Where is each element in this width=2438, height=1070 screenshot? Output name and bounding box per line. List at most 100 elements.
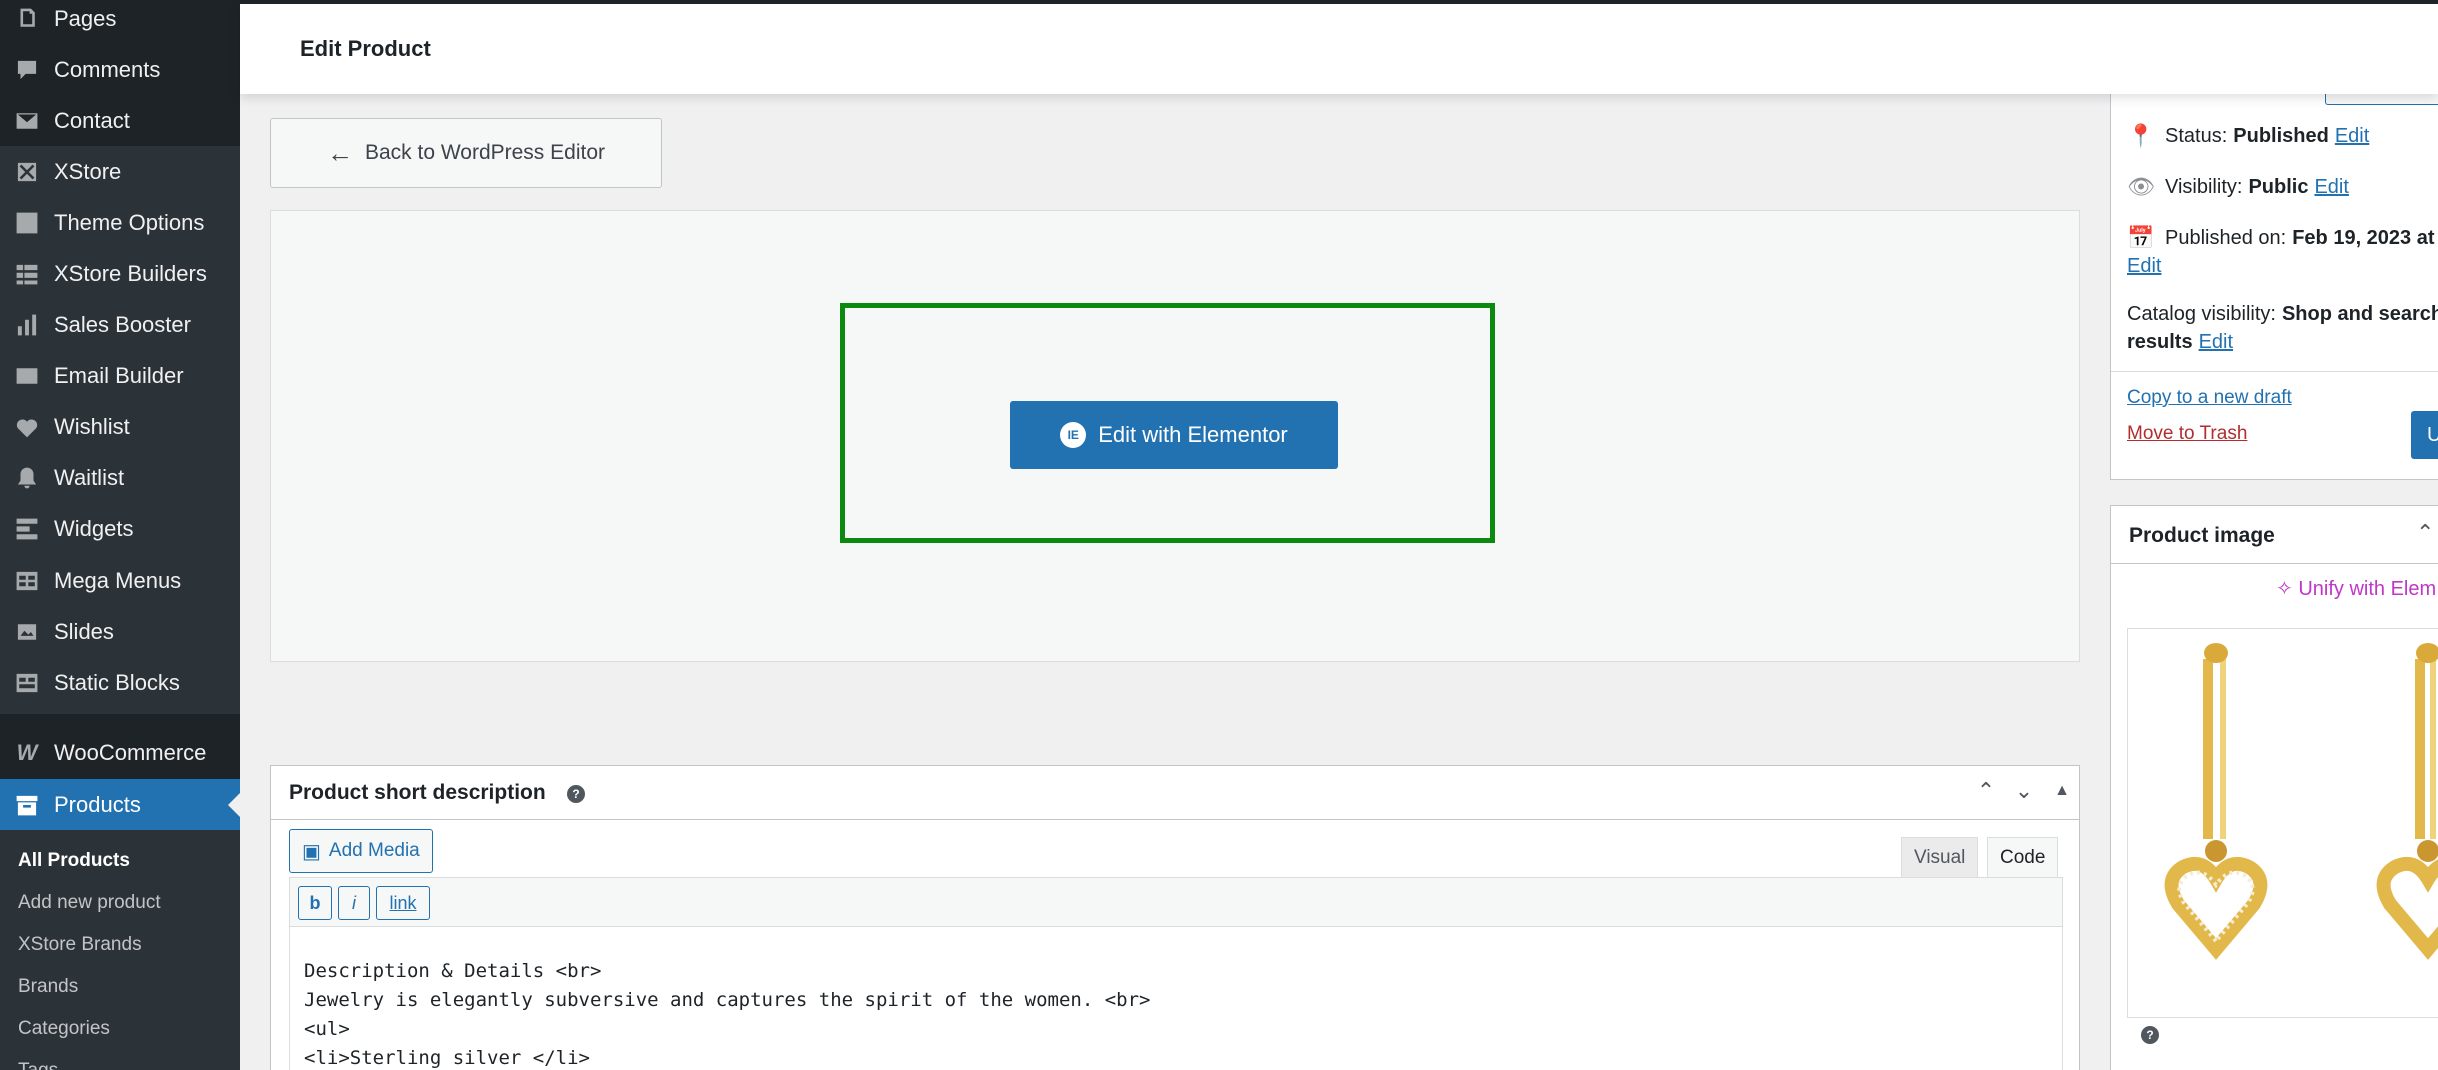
pages-icon	[12, 4, 42, 34]
eye-icon: 👁	[2127, 174, 2155, 199]
admin-sidebar: Pages Comments Contact XStore Theme Opti…	[0, 0, 240, 1070]
grid-icon	[12, 566, 42, 596]
xstore-icon	[12, 157, 42, 187]
elementor-button-label: Edit with Elementor	[1098, 422, 1288, 447]
status-label: Status:	[2165, 124, 2228, 147]
help-icon[interactable]: ?	[2141, 1026, 2159, 1044]
visibility-value: Public	[2248, 175, 2309, 198]
divider	[2111, 371, 2438, 372]
sidebar-item-mega-menus[interactable]: Mega Menus	[0, 555, 240, 606]
tab-code[interactable]: Code	[1987, 837, 2059, 877]
toggle-panel-icon[interactable]: ▲	[2047, 782, 2077, 800]
sidebar-item-wishlist[interactable]: Wishlist	[0, 401, 240, 452]
sidebar-item-label: Email Builder	[54, 362, 184, 388]
product-short-description-metabox: Product short description ? ⌃ ⌄ ▲ ▣ Add …	[270, 765, 2080, 1070]
chevron-up-icon[interactable]: ⌃	[2416, 520, 2434, 546]
sidebar-item-label: Products	[54, 791, 141, 817]
products-submenu: All Products Add new product XStore Bran…	[0, 830, 240, 1070]
bell-icon	[12, 463, 42, 493]
sidebar-item-label: Theme Options	[54, 209, 205, 235]
quicktags-toolbar: b i link	[289, 877, 2063, 927]
metabox-header: Product image ⌃	[2111, 506, 2438, 564]
builders-icon	[12, 259, 42, 289]
sidebar-item-products[interactable]: Products	[0, 779, 240, 830]
unify-with-elementor-link[interactable]: ✧ Unify with Elem	[2276, 576, 2436, 601]
submenu-xstore-brands[interactable]: XStore Brands	[18, 934, 142, 956]
bold-button[interactable]: b	[298, 886, 332, 920]
chart-icon	[12, 310, 42, 340]
sidebar-item-label: WooCommerce	[54, 739, 207, 765]
sidebar-item-contact[interactable]: Contact	[0, 95, 240, 146]
elementor-icon: IE	[1060, 422, 1087, 448]
add-media-label: Add Media	[328, 840, 420, 861]
sidebar-item-label: Contact	[54, 107, 130, 133]
comments-icon	[12, 55, 42, 85]
sidebar-item-label: Sales Booster	[54, 311, 191, 337]
sidebar-item-label: Pages	[54, 5, 117, 31]
sidebar-item-comments[interactable]: Comments	[0, 44, 240, 95]
sidebar-item-sales-booster[interactable]: Sales Booster	[0, 299, 240, 350]
earrings-image	[2164, 643, 2438, 960]
mail-icon	[12, 106, 42, 136]
published-edit-link[interactable]: Edit	[2127, 255, 2161, 278]
move-down-icon[interactable]: ⌄	[2009, 778, 2039, 804]
blocks-icon	[12, 668, 42, 698]
sidebar-item-label: XStore	[54, 158, 122, 184]
catalog-edit-link[interactable]: Edit	[2199, 331, 2233, 354]
back-button-label: Back to WordPress Editor	[364, 141, 606, 164]
published-on-row: 📅 Published on: Feb 19, 2023 at	[2127, 225, 2435, 251]
catalog-value-2: results	[2127, 331, 2193, 353]
sidebar-item-pages[interactable]: Pages	[0, 0, 240, 44]
move-to-trash-link[interactable]: Move to Trash	[2127, 423, 2247, 445]
unify-label: Unify with Elem	[2298, 578, 2437, 600]
sidebar-item-waitlist[interactable]: Waitlist	[0, 452, 240, 503]
sidebar-item-woocommerce[interactable]: W WooCommerce	[0, 727, 240, 778]
sidebar-item-label: Wishlist	[54, 413, 130, 439]
product-image[interactable]	[2127, 628, 2438, 1018]
archive-icon	[12, 790, 42, 820]
sidebar-item-xstore-builders[interactable]: XStore Builders	[0, 248, 240, 299]
edit-with-elementor-button[interactable]: IE Edit with Elementor	[1010, 401, 1338, 469]
pin-icon: 📍	[2127, 123, 2155, 148]
status-edit-link[interactable]: Edit	[2335, 125, 2369, 148]
metabox-header: Product short description ? ⌃ ⌄ ▲	[271, 766, 2079, 820]
slides-icon	[12, 617, 42, 647]
italic-button[interactable]: i	[338, 886, 370, 920]
sidebar-item-label: Comments	[54, 56, 161, 82]
tab-visual[interactable]: Visual	[1901, 837, 1979, 877]
sidebar-item-theme-options[interactable]: Theme Options	[0, 197, 240, 248]
sidebar-item-xstore[interactable]: XStore	[0, 146, 240, 197]
copy-to-draft-link[interactable]: Copy to a new draft	[2127, 387, 2292, 409]
sidebar-item-slides[interactable]: Slides	[0, 606, 240, 657]
page-title: Edit Product	[300, 36, 431, 61]
visibility-edit-link[interactable]: Edit	[2314, 176, 2348, 199]
add-media-button[interactable]: ▣ Add Media	[289, 829, 433, 873]
sidebar-item-widgets[interactable]: Widgets	[0, 503, 240, 554]
theme-options-icon	[12, 208, 42, 238]
visibility-row: 👁 Visibility: Public Edit	[2127, 174, 2349, 200]
sidebar-item-label: Mega Menus	[54, 567, 182, 593]
help-icon[interactable]: ?	[567, 785, 585, 803]
edit-product-header: Edit Product	[240, 0, 2438, 94]
submenu-all-products[interactable]: All Products	[18, 850, 130, 872]
submenu-add-new-product[interactable]: Add new product	[18, 892, 161, 914]
metabox-title: Product short description	[289, 781, 546, 804]
sidebar-item-email-builder[interactable]: Email Builder	[0, 350, 240, 401]
update-button[interactable]: U	[2411, 411, 2438, 459]
publish-metabox: 📍 Status: Published Edit 👁 Visibility: P…	[2110, 40, 2438, 480]
code-editor-textarea[interactable]: Description & Details <br> Jewelry is el…	[289, 927, 2063, 1070]
back-to-wordpress-editor-button[interactable]: ← Back to WordPress Editor	[270, 118, 662, 188]
sidebar-item-label: XStore Builders	[54, 260, 207, 286]
catalog-visibility-row-2: results Edit	[2127, 331, 2233, 354]
metabox-title: Product image	[2129, 524, 2275, 547]
move-up-icon[interactable]: ⌃	[1971, 778, 2001, 804]
sidebar-item-label: Widgets	[54, 515, 134, 541]
mail-icon	[12, 361, 42, 391]
published-value: Feb 19, 2023 at	[2292, 226, 2435, 249]
submenu-tags[interactable]: Tags	[18, 1060, 58, 1070]
published-label: Published on:	[2165, 226, 2287, 249]
submenu-categories[interactable]: Categories	[18, 1018, 110, 1040]
submenu-brands[interactable]: Brands	[18, 976, 78, 998]
link-button[interactable]: link	[376, 886, 430, 920]
sidebar-item-static-blocks[interactable]: Static Blocks	[0, 657, 240, 708]
